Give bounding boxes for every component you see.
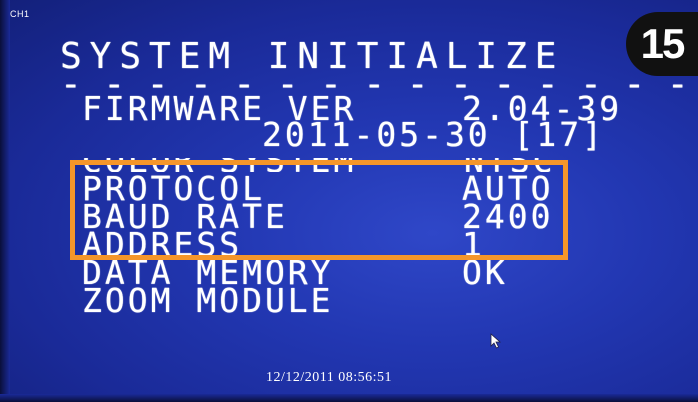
osd-screen: CH1 15 SYSTEM INITIALIZE - - - - - - - -… — [0, 0, 698, 402]
firmware-date-value: 2011-05-30 [17] — [262, 115, 606, 154]
channel-label: CH1 — [10, 9, 30, 19]
timestamp: 12/12/2011 08:56:51 — [266, 370, 393, 385]
screen-left-edge — [0, 0, 10, 402]
screen-bottom-edge — [0, 394, 698, 402]
highlight-box — [70, 160, 568, 260]
zoom-module-label[interactable]: ZOOM MODULE — [82, 284, 334, 317]
data-memory-value: OK — [462, 253, 508, 292]
mouse-pointer-icon — [490, 333, 502, 353]
